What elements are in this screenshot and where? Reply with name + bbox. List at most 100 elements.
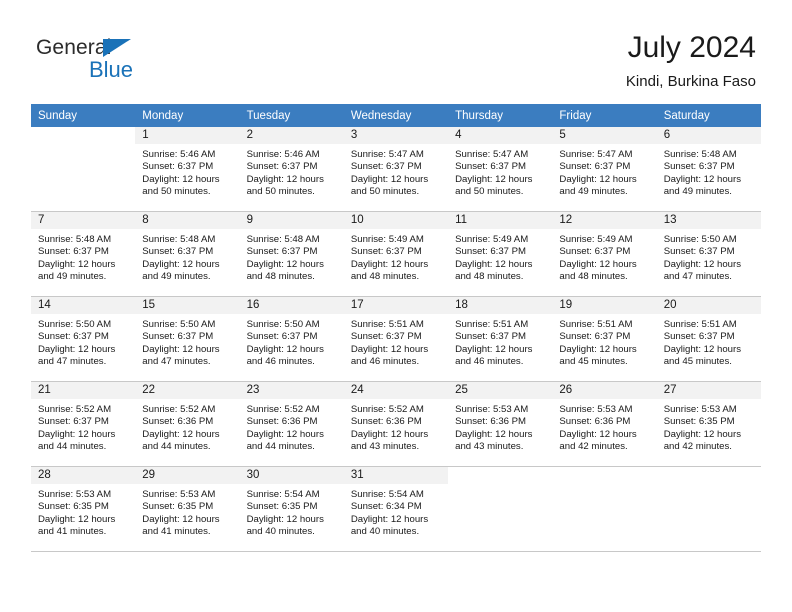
weekday-header-tuesday: Tuesday (239, 104, 344, 127)
daylight-text-line1: Daylight: 12 hours (142, 428, 220, 440)
sunset-text: Sunset: 6:37 PM (350, 246, 422, 258)
calendar-day[interactable]: 24 Sunrise: 5:52 AM Sunset: 6:36 PM Dayligh… (343, 382, 449, 466)
calendar-day[interactable]: 2 Sunrise: 5:46 AM Sunset: 6:37 PM Daylight… (239, 127, 344, 211)
calendar-cell: 25 Sunrise: 5:53 AM Sunset: 6:36 PM Dayligh… (448, 381, 553, 467)
daylight-text-line2: and 47 minutes. (663, 271, 732, 283)
sunrise-text: Sunrise: 5:50 AM (663, 234, 737, 245)
calendar-cell: 7 Sunrise: 5:48 AM Sunset: 6:37 PM Daylight… (31, 211, 136, 297)
calendar-day[interactable]: 17 Sunrise: 5:51 AM Sunset: 6:37 PM Dayligh… (343, 297, 449, 381)
calendar-cell: 18 Sunrise: 5:51 AM Sunset: 6:37 PM Dayligh… (448, 296, 553, 382)
calendar-cell: 28 Sunrise: 5:53 AM Sunset: 6:35 PM Dayligh… (31, 466, 136, 552)
sunrise-text: Sunrise: 5:53 AM (663, 404, 737, 415)
daylight-text-line1: Daylight: 12 hours (246, 258, 324, 270)
sunrise-text: Sunrise: 5:54 AM (350, 489, 424, 500)
calendar-day[interactable]: 15 Sunrise: 5:50 AM Sunset: 6:37 PM Dayligh… (135, 297, 240, 381)
calendar-day[interactable]: 27 Sunrise: 5:53 AM Sunset: 6:35 PM Dayligh… (656, 382, 761, 466)
calendar-cell (552, 466, 657, 552)
sunset-text: Sunset: 6:37 PM (663, 161, 735, 173)
calendar-day[interactable]: 28 Sunrise: 5:53 AM Sunset: 6:35 PM Dayligh… (31, 467, 136, 551)
calendar-cell: 15 Sunrise: 5:50 AM Sunset: 6:37 PM Dayligh… (135, 296, 240, 382)
calendar-day[interactable]: 18 Sunrise: 5:51 AM Sunset: 6:37 PM Dayligh… (448, 297, 553, 381)
sunset-text: Sunset: 6:37 PM (142, 246, 214, 258)
daylight-text-line1: Daylight: 12 hours (455, 258, 533, 270)
day-details: Sunrise: 5:50 AM Sunset: 6:37 PM Daylight:… (657, 229, 761, 284)
sunset-text: Sunset: 6:37 PM (559, 331, 631, 343)
day-details: Sunrise: 5:51 AM Sunset: 6:37 PM Daylight:… (552, 314, 656, 369)
day-details: Sunrise: 5:52 AM Sunset: 6:36 PM Daylight:… (135, 399, 239, 454)
sunrise-text: Sunrise: 5:50 AM (246, 319, 320, 330)
daylight-text-line2: and 42 minutes. (559, 441, 628, 453)
calendar-day[interactable]: 16 Sunrise: 5:50 AM Sunset: 6:37 PM Dayligh… (239, 297, 344, 381)
daylight-text-line1: Daylight: 12 hours (663, 258, 742, 270)
sunrise-text: Sunrise: 5:50 AM (38, 319, 112, 330)
daylight-text-line2: and 45 minutes. (663, 356, 732, 368)
sunset-text: Sunset: 6:36 PM (142, 416, 214, 428)
daylight-text-line1: Daylight: 12 hours (559, 428, 637, 440)
day-number: 23 (239, 382, 344, 399)
daylight-text-line1: Daylight: 12 hours (455, 428, 533, 440)
sunrise-text: Sunrise: 5:47 AM (350, 149, 424, 160)
day-number: 30 (239, 467, 344, 484)
calendar-day[interactable]: 9 Sunrise: 5:48 AM Sunset: 6:37 PM Daylight… (239, 212, 344, 296)
calendar-day[interactable]: 19 Sunrise: 5:51 AM Sunset: 6:37 PM Dayligh… (552, 297, 657, 381)
daylight-text-line2: and 50 minutes. (350, 186, 420, 198)
sunrise-text: Sunrise: 5:46 AM (246, 149, 320, 160)
sunrise-text: Sunrise: 5:51 AM (663, 319, 737, 330)
calendar-cell: 30 Sunrise: 5:54 AM Sunset: 6:35 PM Dayligh… (239, 466, 344, 552)
daylight-text-line2: and 48 minutes. (559, 271, 628, 283)
calendar-day[interactable]: 12 Sunrise: 5:49 AM Sunset: 6:37 PM Dayligh… (552, 212, 657, 296)
calendar-day[interactable]: 11 Sunrise: 5:49 AM Sunset: 6:37 PM Dayligh… (448, 212, 553, 296)
day-details: Sunrise: 5:53 AM Sunset: 6:36 PM Daylight:… (552, 399, 656, 454)
day-number: 27 (656, 382, 761, 399)
day-number: 8 (135, 212, 240, 229)
calendar-day[interactable]: 8 Sunrise: 5:48 AM Sunset: 6:37 PM Daylight… (135, 212, 240, 296)
sunrise-text: Sunrise: 5:50 AM (142, 319, 216, 330)
sunrise-text: Sunrise: 5:52 AM (38, 404, 112, 415)
calendar-cell: 16 Sunrise: 5:50 AM Sunset: 6:37 PM Dayligh… (239, 296, 344, 382)
calendar-day[interactable]: 30 Sunrise: 5:54 AM Sunset: 6:35 PM Dayligh… (239, 467, 344, 551)
calendar-cell: 17 Sunrise: 5:51 AM Sunset: 6:37 PM Dayligh… (343, 296, 449, 382)
daylight-text-line2: and 50 minutes. (455, 186, 524, 198)
sunrise-text: Sunrise: 5:52 AM (246, 404, 320, 415)
daylight-text-line2: and 44 minutes. (142, 441, 211, 453)
calendar-day[interactable]: 13 Sunrise: 5:50 AM Sunset: 6:37 PM Dayligh… (656, 212, 761, 296)
calendar-day[interactable]: 29 Sunrise: 5:53 AM Sunset: 6:35 PM Dayligh… (135, 467, 240, 551)
calendar-day[interactable]: 31 Sunrise: 5:54 AM Sunset: 6:34 PM Dayligh… (343, 467, 449, 551)
calendar-day[interactable]: 14 Sunrise: 5:50 AM Sunset: 6:37 PM Dayligh… (31, 297, 136, 381)
calendar-day[interactable]: 23 Sunrise: 5:52 AM Sunset: 6:36 PM Dayligh… (239, 382, 344, 466)
day-number (656, 467, 761, 484)
calendar-cell: 11 Sunrise: 5:49 AM Sunset: 6:37 PM Dayligh… (448, 211, 553, 297)
day-number: 3 (343, 127, 449, 144)
weekday-header-sunday: Sunday (31, 104, 136, 127)
day-number: 17 (343, 297, 449, 314)
day-number: 19 (552, 297, 657, 314)
day-details: Sunrise: 5:51 AM Sunset: 6:37 PM Daylight:… (344, 314, 448, 369)
calendar-day[interactable]: 3 Sunrise: 5:47 AM Sunset: 6:37 PM Daylight… (343, 127, 449, 211)
calendar-cell (31, 127, 136, 212)
general-blue-logo[interactable]: General Blue (36, 36, 216, 88)
calendar-day[interactable]: 6 Sunrise: 5:48 AM Sunset: 6:37 PM Daylight… (656, 127, 761, 211)
day-number: 11 (448, 212, 553, 229)
calendar-day[interactable]: 26 Sunrise: 5:53 AM Sunset: 6:36 PM Dayligh… (552, 382, 657, 466)
calendar-day[interactable]: 10 Sunrise: 5:49 AM Sunset: 6:37 PM Dayligh… (343, 212, 449, 296)
day-number: 5 (552, 127, 657, 144)
sunset-text: Sunset: 6:35 PM (663, 416, 735, 428)
daylight-text-line1: Daylight: 12 hours (350, 173, 429, 185)
sunrise-text: Sunrise: 5:49 AM (559, 234, 633, 245)
calendar-day[interactable]: 20 Sunrise: 5:51 AM Sunset: 6:37 PM Dayligh… (656, 297, 761, 381)
calendar-day[interactable]: 25 Sunrise: 5:53 AM Sunset: 6:36 PM Dayligh… (448, 382, 553, 466)
calendar-day[interactable]: 21 Sunrise: 5:52 AM Sunset: 6:37 PM Dayligh… (31, 382, 136, 466)
daylight-text-line1: Daylight: 12 hours (246, 343, 324, 355)
calendar-day[interactable]: 22 Sunrise: 5:52 AM Sunset: 6:36 PM Dayligh… (135, 382, 240, 466)
calendar-day[interactable]: 5 Sunrise: 5:47 AM Sunset: 6:37 PM Daylight… (552, 127, 657, 211)
day-number: 20 (656, 297, 761, 314)
calendar-day[interactable]: 1 Sunrise: 5:46 AM Sunset: 6:37 PM Daylight… (135, 127, 240, 211)
calendar-day[interactable]: 7 Sunrise: 5:48 AM Sunset: 6:37 PM Daylight… (31, 212, 136, 296)
day-number: 18 (448, 297, 553, 314)
day-number: 10 (343, 212, 449, 229)
calendar-day[interactable]: 4 Sunrise: 5:47 AM Sunset: 6:37 PM Daylight… (448, 127, 553, 211)
daylight-text-line2: and 46 minutes. (350, 356, 420, 368)
logo-text-blue: Blue (89, 57, 134, 82)
day-details: Sunrise: 5:47 AM Sunset: 6:37 PM Daylight:… (448, 144, 552, 199)
day-number: 28 (31, 467, 136, 484)
